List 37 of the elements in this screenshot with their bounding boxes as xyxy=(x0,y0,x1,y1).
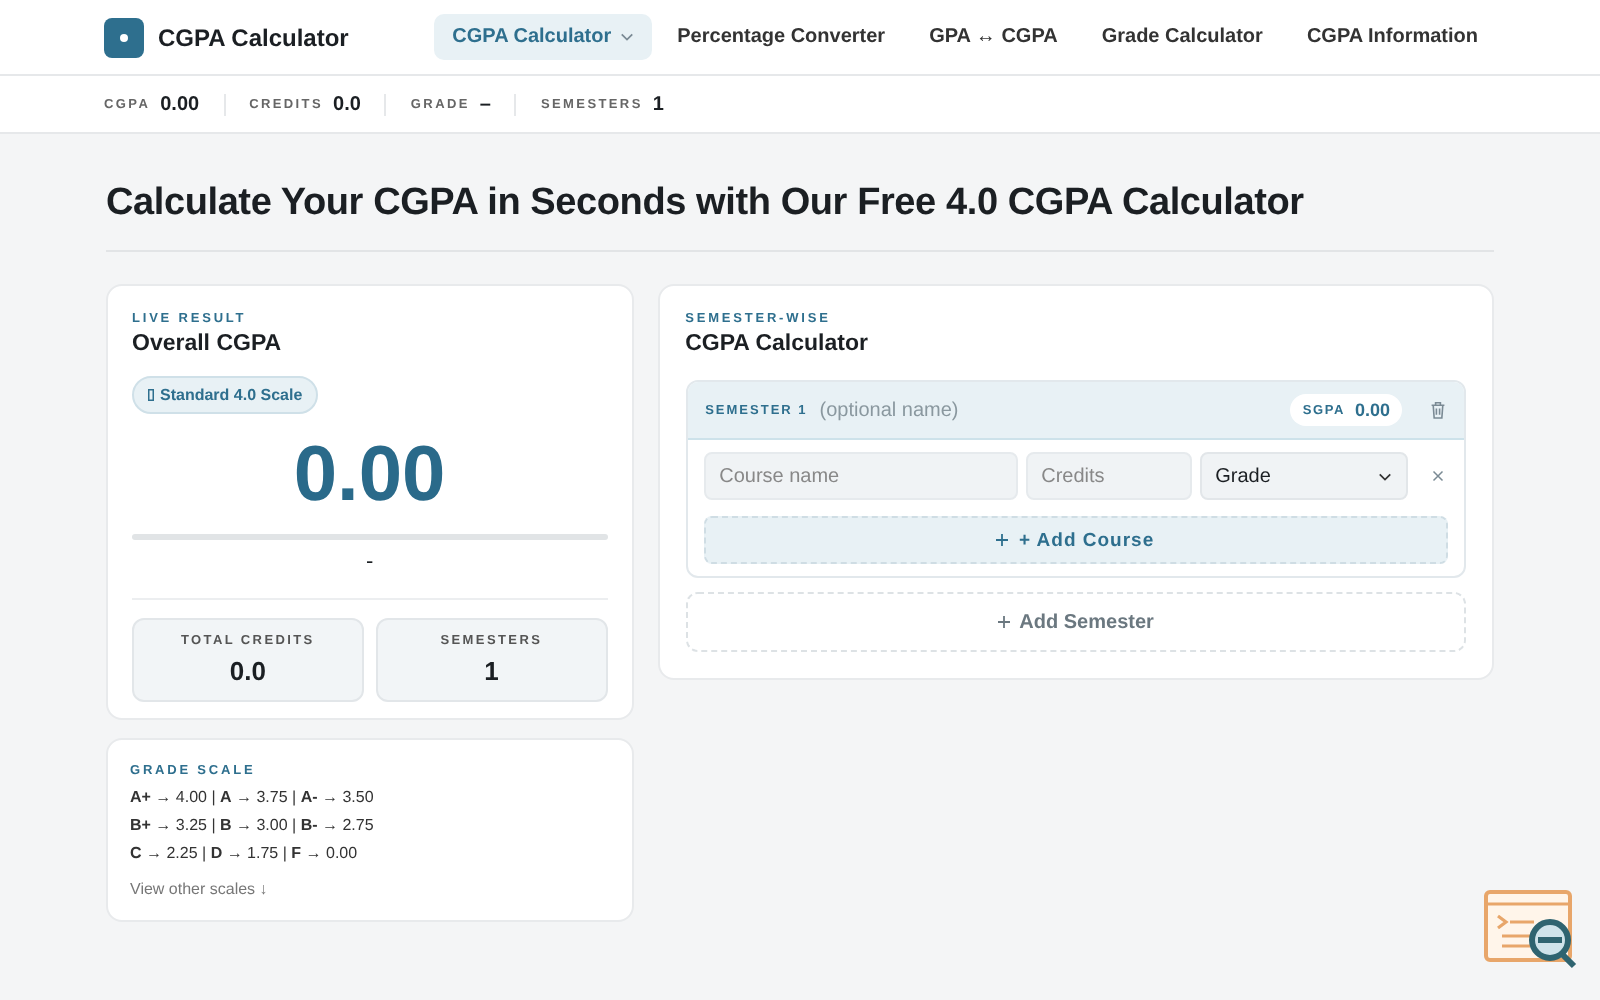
tile-value: 1 xyxy=(484,656,499,686)
brand-name[interactable]: CGPA Calculator xyxy=(158,23,349,51)
add-semester-button[interactable]: Add Semester xyxy=(685,592,1466,652)
trash-icon[interactable] xyxy=(1430,400,1446,420)
stat-value: 0.00 xyxy=(160,93,200,115)
page-heading: Calculate Your CGPA in Seconds with Our Free 4.0 CGPA Calculator xyxy=(106,182,1306,226)
logo-icon xyxy=(104,17,144,57)
card-title: CGPA Calculator xyxy=(685,332,870,356)
plus-icon xyxy=(996,534,1009,546)
stat-value: 1 xyxy=(652,93,664,115)
credits-field[interactable]: Credits xyxy=(1025,452,1192,500)
nav-link[interactable]: GPA ↔ CGPA xyxy=(911,14,1076,60)
course-name-field[interactable]: Course name xyxy=(703,452,1018,500)
scale-icon xyxy=(148,388,154,402)
tile-value: 0.0 xyxy=(229,656,266,686)
caret-icon xyxy=(619,32,634,42)
grade-select[interactable]: Grade xyxy=(1199,452,1408,500)
plus-icon xyxy=(997,616,1010,628)
grade-value: - xyxy=(363,550,376,574)
nav-link[interactable]: CGPA Information xyxy=(1288,14,1496,60)
card-title: Overall CGPA xyxy=(132,332,284,356)
add-course-button[interactable]: + Add Course xyxy=(703,516,1448,564)
nav-link[interactable]: Percentage Converter xyxy=(659,14,904,60)
grade-scale-line: C → 2.25 | D → 1.75 | F → 0.00 xyxy=(130,844,360,862)
nav-link[interactable]: Grade Calculator xyxy=(1083,14,1281,60)
semester-name-field[interactable]: (optional name) xyxy=(819,399,1279,421)
close-icon[interactable] xyxy=(1431,470,1444,482)
sgpa-value: 0.00 xyxy=(1354,400,1390,420)
cgpa-value: 0.00 xyxy=(291,430,448,522)
stat-value: 0.0 xyxy=(333,93,361,115)
scales-link[interactable]: View other scales ↓ xyxy=(130,880,610,898)
grade-scale-line: B+ → 3.25 | B → 3.00 | B- → 2.75 xyxy=(130,816,376,834)
caret-icon xyxy=(1377,471,1392,481)
scale-label: Standard 4.0 Scale xyxy=(160,386,303,404)
nav-link[interactable]: CGPA Calculator xyxy=(434,14,652,60)
stat-value: – xyxy=(479,93,491,115)
grade-scale-line: A+ → 4.00 | A → 3.75 | A- → 3.50 xyxy=(130,788,376,806)
